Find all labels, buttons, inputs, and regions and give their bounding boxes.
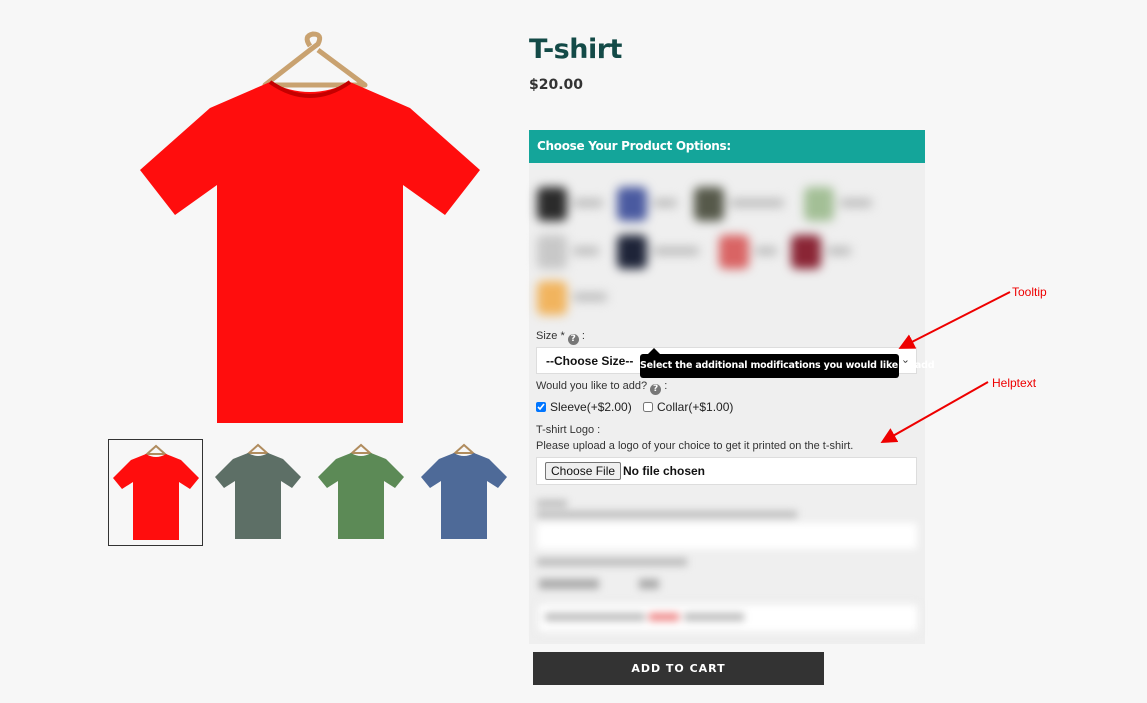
help-icon[interactable]: ? [650, 384, 662, 395]
logo-file-input[interactable]: Choose File No file chosen [536, 457, 917, 485]
choose-file-button[interactable]: Choose File [545, 462, 622, 480]
thumbnail-red[interactable] [108, 439, 203, 546]
help-tooltip: Select the additional modifications you … [640, 348, 935, 378]
product-page: T-shirt $20.00 Choose Your Product Optio… [0, 0, 1147, 703]
color-swatches-blurred [529, 175, 925, 325]
collar-label: Collar(+$1.00) [657, 400, 734, 414]
logo-helptext: Please upload a logo of your choice to g… [536, 440, 854, 452]
thumbnail-gray[interactable] [211, 439, 306, 546]
file-status: No file chosen [623, 464, 706, 478]
sleeve-label: Sleeve(+$2.00) [550, 400, 632, 414]
add-to-cart-button[interactable]: ADD TO CART [533, 652, 824, 685]
options-header: Choose Your Product Options: [529, 130, 925, 163]
logo-label: T-shirt Logo : [536, 424, 601, 436]
help-icon[interactable]: ? [567, 334, 579, 345]
collar-checkbox[interactable]: Collar(+$1.00) [643, 400, 733, 414]
collar-checkbox-input[interactable] [643, 402, 653, 412]
tooltip-annotation: Tooltip [1012, 285, 1047, 299]
hanger-icon [262, 31, 368, 88]
helptext-annotation: Helptext [992, 376, 1037, 390]
addons-label: Would you like to add? ? : [536, 380, 668, 395]
product-price: $20.00 [529, 77, 584, 93]
sleeve-checkbox[interactable]: Sleeve(+$2.00) [536, 400, 632, 414]
sleeve-checkbox-input[interactable] [536, 402, 546, 412]
thumbnail-green[interactable] [314, 439, 409, 546]
blurred-options [529, 495, 925, 644]
size-label: Size * ? : [536, 330, 585, 345]
size-select-value: --Choose Size-- [546, 354, 634, 368]
product-main-image [140, 31, 480, 423]
thumbnail-blue[interactable] [417, 439, 512, 546]
product-options-panel: Choose Your Product Options: Size * ? : … [529, 130, 925, 644]
product-title: T-shirt [529, 34, 622, 65]
